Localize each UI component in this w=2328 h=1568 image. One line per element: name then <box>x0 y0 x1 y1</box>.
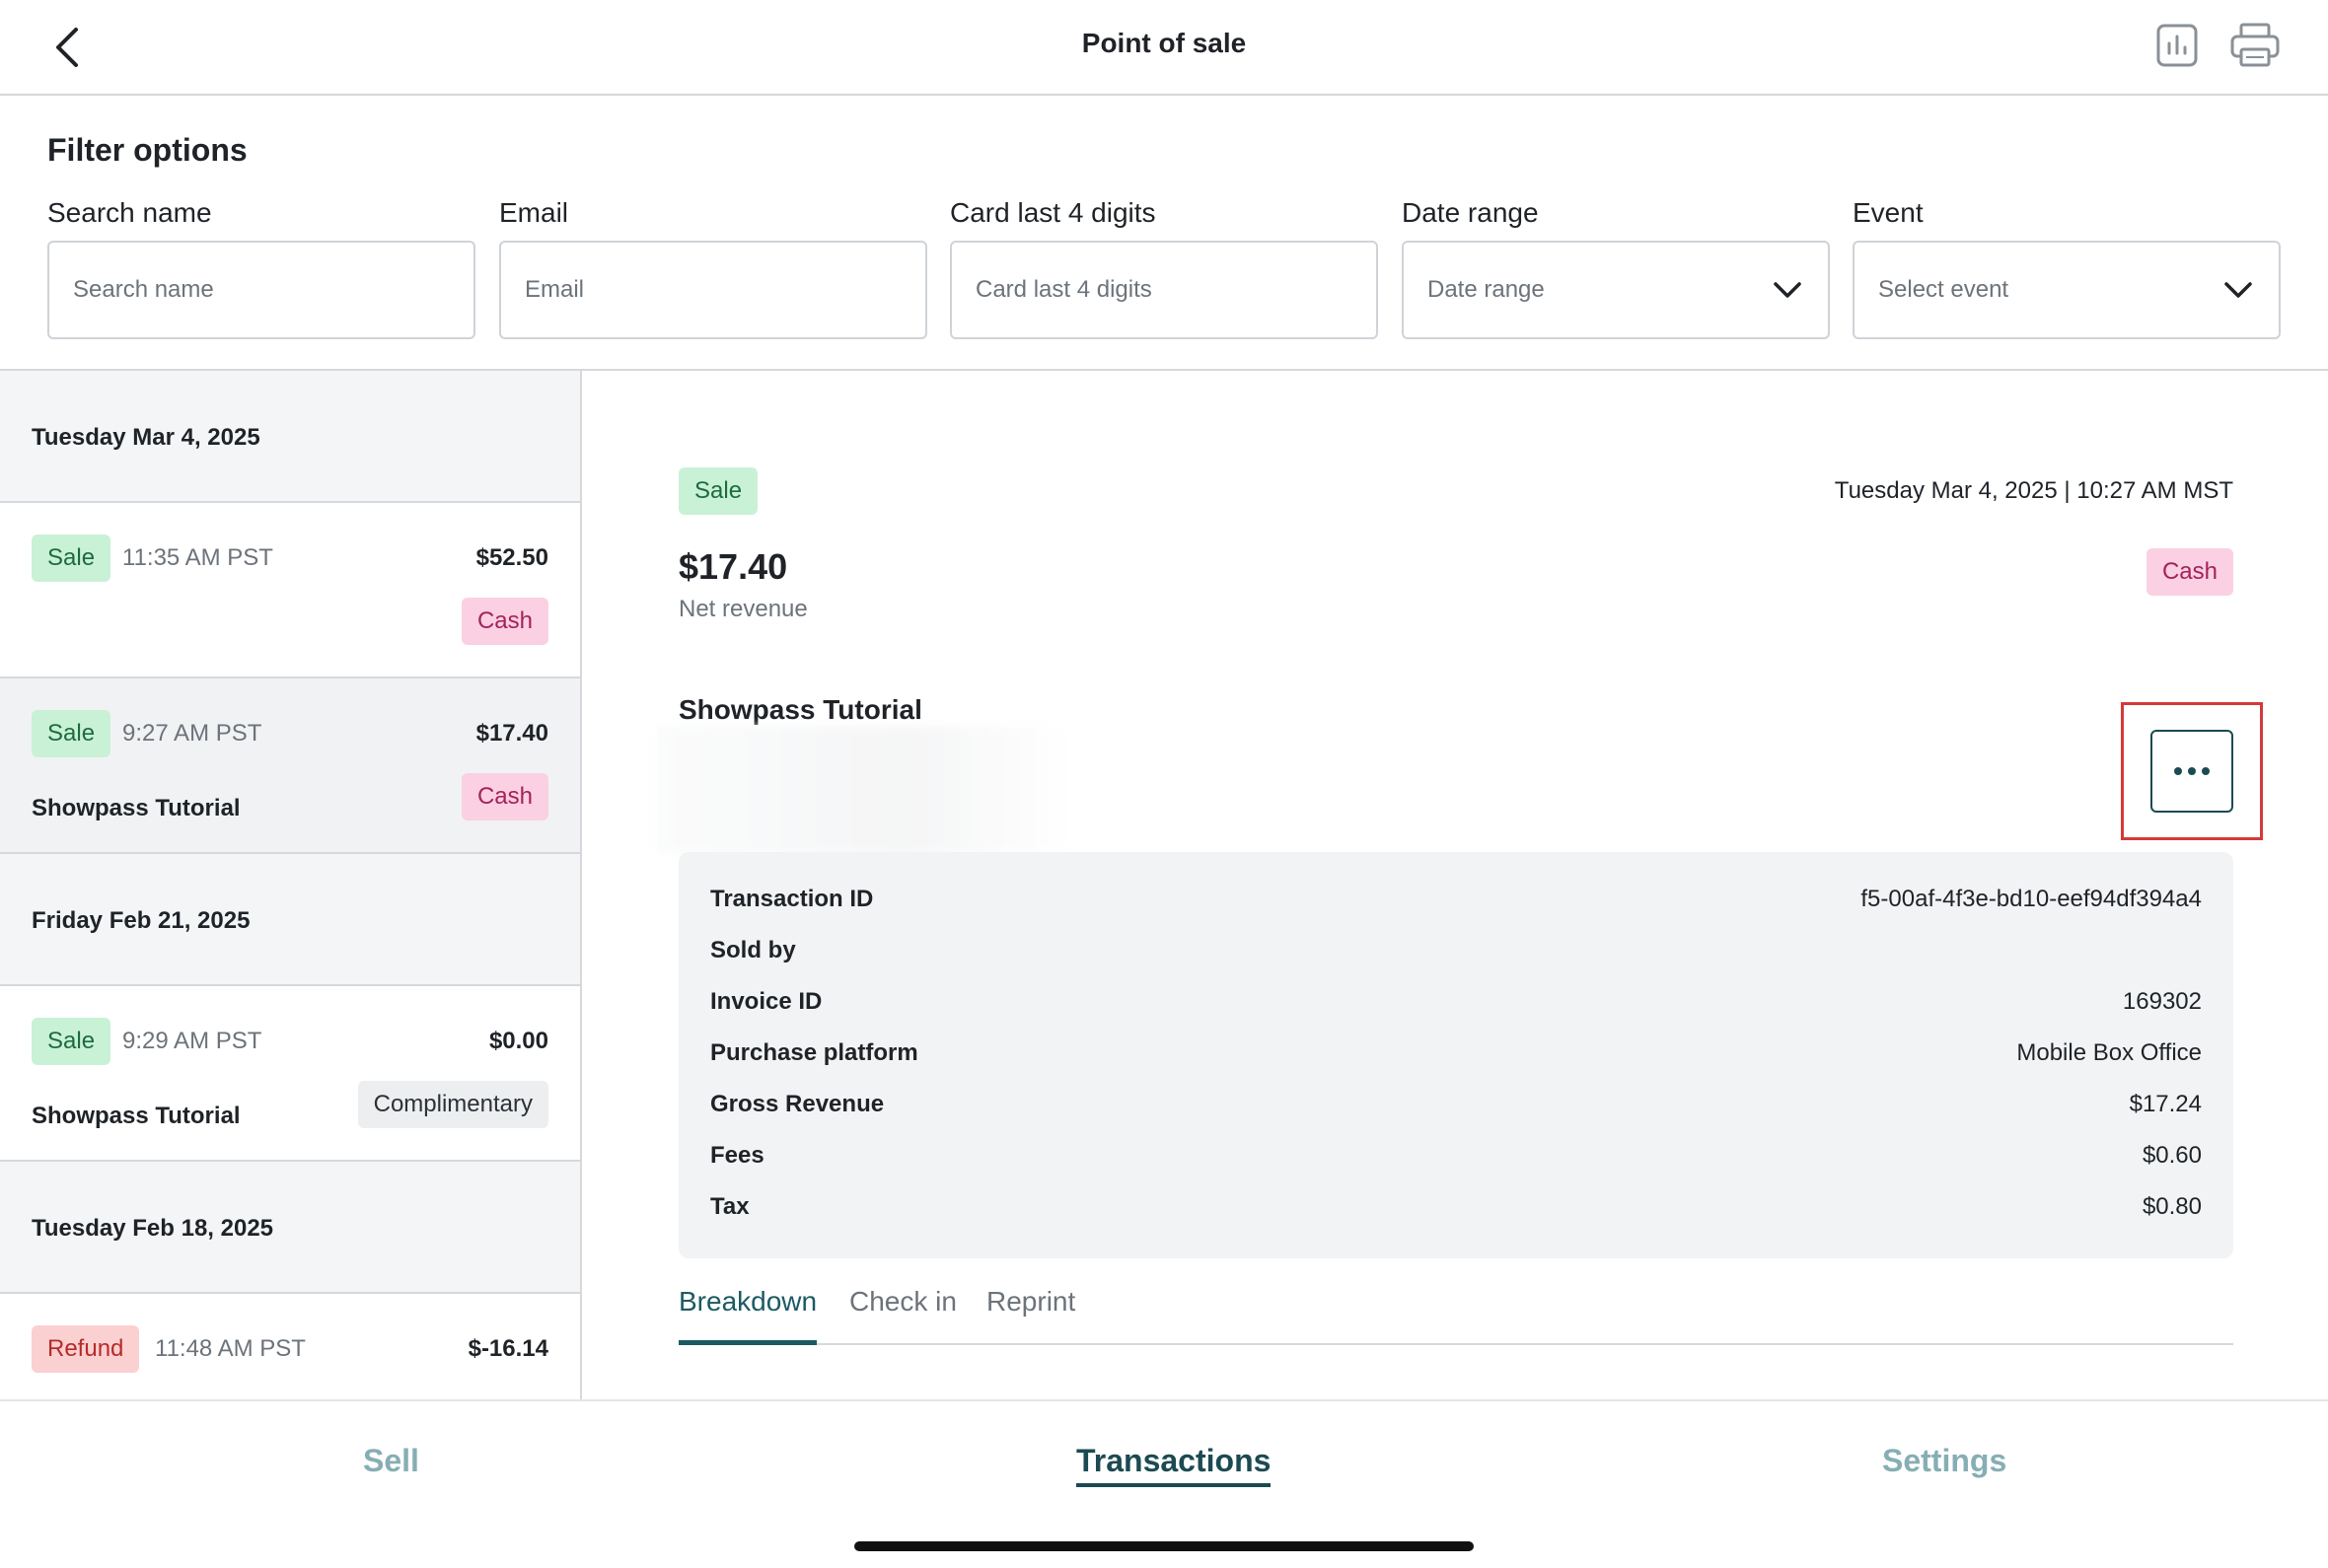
event-label: Event <box>1853 197 1924 228</box>
card-digits-input[interactable] <box>976 276 1376 304</box>
nav-settings[interactable]: Settings <box>1882 1443 2006 1479</box>
date-header-label: Tuesday Mar 4, 2025 <box>32 424 260 451</box>
home-indicator <box>854 1541 1474 1551</box>
info-key: Tax <box>710 1193 750 1220</box>
transaction-row[interactable]: Refund 11:48 AM PST $-16.14 <box>0 1294 580 1399</box>
chevron-down-icon <box>1774 282 1801 298</box>
transaction-row-selected[interactable]: Sale 9:27 AM PST $17.40 Showpass Tutoria… <box>0 678 580 854</box>
date-header: Tuesday Feb 18, 2025 <box>0 1162 580 1294</box>
transaction-row[interactable]: Sale 11:35 AM PST $52.50 Cash <box>0 503 580 678</box>
info-key: Sold by <box>710 937 796 963</box>
email-label: Email <box>499 197 569 228</box>
filter-options-title: Filter options <box>47 132 248 168</box>
chevron-down-icon <box>2224 282 2252 298</box>
transaction-detail-card: Sale Tuesday Mar 4, 2025 | 10:27 AM MST … <box>631 420 2281 1406</box>
payment-method-badge: Cash <box>461 773 548 820</box>
info-value: f5-00af-4f3e-bd10-eef94df394a4 <box>1860 886 2202 912</box>
redacted-area <box>657 726 1071 854</box>
payment-method-badge: Cash <box>461 598 548 645</box>
transaction-time: 9:27 AM PST <box>122 720 262 747</box>
date-header: Friday Feb 21, 2025 <box>0 854 580 986</box>
detail-tabs: Breakdown Check in Reprint <box>679 1286 2233 1345</box>
info-row-gross-revenue: Gross Revenue $17.24 <box>710 1091 2202 1130</box>
net-revenue-label: Net revenue <box>679 596 808 622</box>
info-value: $0.80 <box>2142 1193 2202 1220</box>
info-row-tax: Tax $0.80 <box>710 1193 2202 1233</box>
info-value: $17.24 <box>2129 1091 2202 1117</box>
search-name-label: Search name <box>47 197 212 228</box>
info-key: Fees <box>710 1142 764 1169</box>
info-row-transaction-id: Transaction ID f5-00af-4f3e-bd10-eef94df… <box>710 886 2202 925</box>
date-header-label: Friday Feb 21, 2025 <box>32 907 251 934</box>
net-revenue-amount: $17.40 <box>679 546 788 587</box>
bottom-navigation: Sell Transactions Settings <box>0 1399 2328 1568</box>
transaction-event: Showpass Tutorial <box>32 1103 241 1129</box>
info-row-invoice-id: Invoice ID 169302 <box>710 988 2202 1028</box>
search-name-field[interactable] <box>47 241 475 339</box>
info-row-fees: Fees $0.60 <box>710 1142 2202 1181</box>
nav-transactions[interactable]: Transactions <box>1076 1443 1272 1487</box>
search-name-input[interactable] <box>73 276 473 304</box>
date-range-select[interactable]: Date range <box>1402 241 1830 339</box>
printer-icon <box>2230 23 2280 67</box>
transaction-time: 9:29 AM PST <box>122 1028 262 1054</box>
refund-badge: Refund <box>32 1325 140 1373</box>
card-digits-field[interactable] <box>950 241 1378 339</box>
info-key: Gross Revenue <box>710 1091 885 1117</box>
transaction-time: 11:48 AM PST <box>155 1335 306 1362</box>
sale-badge: Sale <box>32 1018 111 1065</box>
date-header-label: Tuesday Feb 18, 2025 <box>32 1215 274 1242</box>
event-name: Showpass Tutorial <box>679 694 922 725</box>
transaction-amount: $-16.14 <box>468 1335 548 1362</box>
reports-button[interactable] <box>2156 24 2198 67</box>
transaction-list[interactable]: Tuesday Mar 4, 2025 Sale 11:35 AM PST $5… <box>0 371 582 1399</box>
date-header: Tuesday Mar 4, 2025 <box>0 371 580 503</box>
info-key: Invoice ID <box>710 988 823 1015</box>
tab-reprint[interactable]: Reprint <box>986 1286 1075 1345</box>
tab-breakdown[interactable]: Breakdown <box>679 1286 818 1345</box>
sale-badge: Sale <box>679 467 759 515</box>
transaction-event: Showpass Tutorial <box>32 795 241 821</box>
payment-method-badge: Cash <box>2146 548 2233 596</box>
transaction-amount: $0.00 <box>488 1028 548 1054</box>
info-key: Purchase platform <box>710 1039 918 1066</box>
info-row-purchase-platform: Purchase platform Mobile Box Office <box>710 1039 2202 1079</box>
payment-method-badge: Complimentary <box>357 1081 548 1128</box>
tab-check-in[interactable]: Check in <box>849 1286 957 1345</box>
info-row-sold-by: Sold by <box>710 937 2202 976</box>
transaction-row[interactable]: Sale 9:29 AM PST $0.00 Showpass Tutorial… <box>0 986 580 1162</box>
info-value: 169302 <box>2122 988 2202 1015</box>
info-value: Mobile Box Office <box>2016 1039 2202 1066</box>
print-button[interactable] <box>2229 22 2281 69</box>
sale-badge: Sale <box>32 535 111 582</box>
date-range-label: Date range <box>1402 197 1539 228</box>
card-digits-label: Card last 4 digits <box>950 197 1156 228</box>
transaction-amount: $52.50 <box>475 544 548 571</box>
more-options-button[interactable] <box>2150 730 2233 813</box>
transaction-datetime: Tuesday Mar 4, 2025 | 10:27 AM MST <box>1834 477 2233 504</box>
info-value: $0.60 <box>2142 1142 2202 1169</box>
page-title: Point of sale <box>1081 28 1247 58</box>
transaction-info-panel: Transaction ID f5-00af-4f3e-bd10-eef94df… <box>679 852 2233 1258</box>
transaction-time: 11:35 AM PST <box>122 544 273 571</box>
nav-sell[interactable]: Sell <box>363 1443 419 1479</box>
more-dots-icon <box>2174 767 2210 775</box>
info-key: Transaction ID <box>710 886 874 912</box>
date-range-placeholder: Date range <box>1427 276 1545 303</box>
bar-chart-icon <box>2156 24 2198 67</box>
transaction-amount: $17.40 <box>475 720 548 747</box>
sale-badge: Sale <box>32 710 111 757</box>
top-bar: Point of sale <box>0 0 2328 96</box>
email-input[interactable] <box>525 276 925 304</box>
event-select[interactable]: Select event <box>1853 241 2281 339</box>
event-placeholder: Select event <box>1878 276 2009 303</box>
email-field[interactable] <box>499 241 927 339</box>
